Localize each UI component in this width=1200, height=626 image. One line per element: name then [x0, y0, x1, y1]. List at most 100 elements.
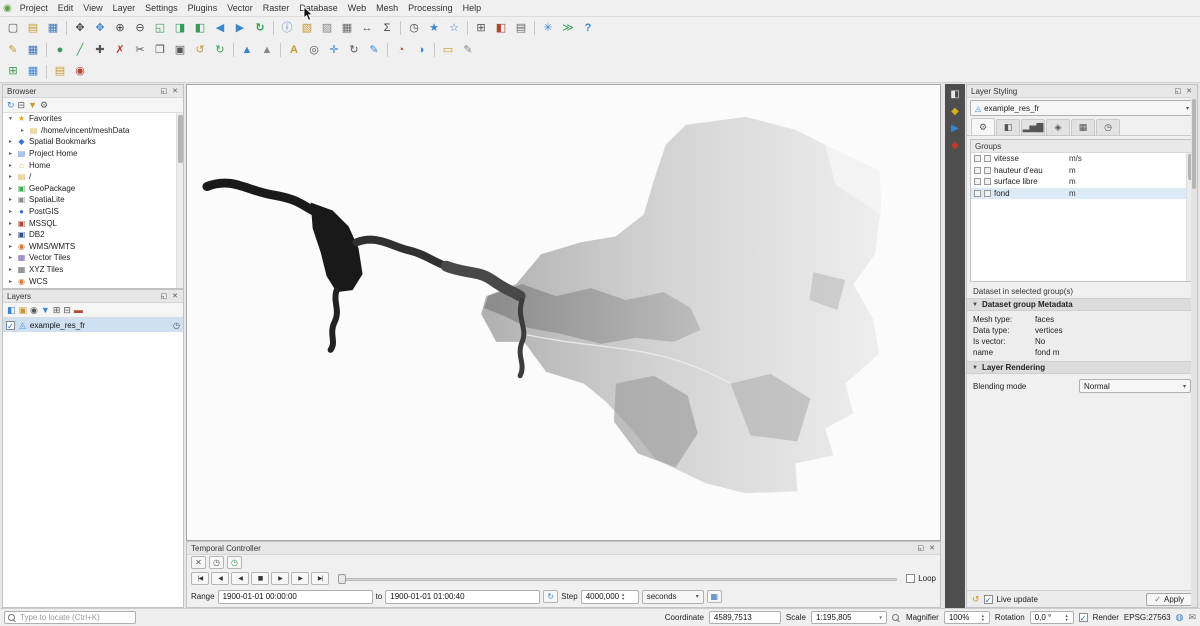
play-backward-button[interactable]: ◀ [231, 572, 249, 585]
fixed-range-button[interactable]: ◷ [209, 556, 224, 569]
annotation-button[interactable]: ✎ [458, 41, 478, 59]
expander-icon[interactable]: ▾ [7, 115, 14, 122]
tab-history[interactable]: ◷ [1096, 119, 1120, 135]
menu-item[interactable]: Settings [140, 1, 183, 15]
collapse-all-button[interactable]: ⊟ [18, 100, 26, 111]
help-button[interactable]: ? [578, 19, 598, 37]
vertex-tool-button[interactable]: ✚ [90, 41, 110, 59]
undo-button[interactable]: ↺ [190, 41, 210, 59]
add-mesh-layer-button[interactable]: ▦ [23, 63, 43, 81]
expander-icon[interactable]: ▸ [7, 278, 14, 285]
new-bookmark-button[interactable]: ★ [424, 19, 444, 37]
refresh-range-button[interactable]: ↻ [543, 590, 558, 603]
temporal-slider[interactable] [338, 572, 897, 585]
open-layer-styling-button[interactable]: ◧ [7, 305, 16, 316]
layer-labeling-button[interactable]: A [284, 41, 304, 59]
spinner-icon[interactable]: ▲▼ [1065, 614, 1069, 622]
browser-properties-button[interactable]: ⚙ [40, 100, 48, 111]
manage-map-themes-button[interactable]: ◉ [30, 305, 38, 316]
dataset-group-row[interactable]: surface libre m [971, 176, 1193, 188]
browser-item[interactable]: ▸ ▤ Project Home [3, 148, 183, 160]
open-project-button[interactable]: ▤ [23, 19, 43, 37]
skip-to-start-button[interactable]: |◀ [191, 572, 209, 585]
mesh-reindex-button[interactable]: ▲ [257, 41, 277, 59]
step-input[interactable]: 4000,000▲▼ [581, 590, 639, 604]
zoom-last-button[interactable]: ◀ [210, 19, 230, 37]
locator-input[interactable]: Type to locate (Ctrl+K) [4, 611, 136, 624]
slider-handle[interactable] [338, 574, 346, 584]
cut-features-button[interactable]: ✂ [130, 41, 150, 59]
blending-mode-combo[interactable]: Normal ▾ [1079, 379, 1191, 393]
filter-legend-button[interactable]: ▼ [41, 305, 50, 315]
identify-features-button[interactable]: ⓘ [277, 19, 297, 37]
tab-histogram[interactable]: ▂▅▇ [1021, 119, 1045, 135]
scale-combo[interactable]: 1:195,805 ▾ [811, 611, 887, 624]
zoom-next-button[interactable]: ▶ [230, 19, 250, 37]
crs-indicator[interactable]: EPSG:27563 [1124, 613, 1171, 622]
add-group-button[interactable]: ▣ [19, 305, 28, 316]
expander-icon[interactable]: ▸ [7, 173, 14, 180]
browser-item[interactable]: ▾ ★ Favorites [3, 113, 183, 125]
mesh-vectors-icon[interactable]: ▶ [951, 124, 959, 134]
menu-item[interactable]: Project [15, 1, 53, 15]
step-unit-combo[interactable]: seconds▾ [642, 590, 704, 604]
expander-icon[interactable]: ▸ [7, 138, 14, 145]
expander-icon[interactable]: ▸ [19, 127, 26, 134]
menu-item[interactable]: Web [343, 1, 371, 15]
live-update-checkbox[interactable]: ✓ [984, 595, 993, 604]
mesh-symbology-icon[interactable]: ◧ [950, 90, 959, 100]
diagram-move-button[interactable]: ◑ [411, 41, 431, 59]
step-back-button[interactable]: ◀ [211, 572, 229, 585]
tab-3d-view[interactable]: ◈ [1046, 119, 1070, 135]
layer-row[interactable]: ✓ ◬ example_res_fr ◷ [3, 318, 183, 332]
mesh-digitizing-button[interactable]: ▲ [237, 41, 257, 59]
spinner-icon[interactable]: ▲▼ [981, 614, 985, 622]
loop-checkbox[interactable] [906, 574, 915, 583]
pause-button[interactable]: ▮▮ [251, 572, 269, 585]
tab-attribute-table[interactable]: ▦ [1071, 119, 1095, 135]
tab-transparency[interactable]: ◧ [996, 119, 1020, 135]
menu-item[interactable]: Plugins [183, 1, 223, 15]
menu-item[interactable]: Layer [108, 1, 141, 15]
browser-item[interactable]: ▸ ▣ GeoPackage [3, 183, 183, 195]
python-console-button[interactable]: ≫ [558, 19, 578, 37]
expander-icon[interactable]: ▸ [7, 162, 14, 169]
deselect-features-button[interactable]: ▨ [317, 19, 337, 37]
save-project-button[interactable]: ▦ [43, 19, 63, 37]
browser-item[interactable]: ▸ ▤ /home/vincent/meshData [3, 125, 183, 137]
expander-icon[interactable]: ▸ [7, 185, 14, 192]
menu-item[interactable]: Mesh [371, 1, 403, 15]
style-undo-icon[interactable]: ↺ [972, 594, 980, 605]
contour-toggle-icon[interactable] [974, 155, 981, 162]
vector-toggle-icon[interactable] [984, 178, 991, 185]
filter-browser-button[interactable]: ▼ [28, 100, 37, 110]
undock-icon[interactable]: ◱ [160, 87, 169, 95]
range-end-input[interactable]: 1900-01-01 01:00:40 [385, 590, 540, 604]
browser-item[interactable]: ▸ ▣ DB2 [3, 229, 183, 241]
range-start-input[interactable]: 1900-01-01 00:00:00 [218, 590, 373, 604]
remove-layer-button[interactable]: ▬ [74, 305, 83, 315]
vector-toggle-icon[interactable] [984, 190, 991, 197]
menu-item[interactable]: Raster [258, 1, 295, 15]
contour-toggle-icon[interactable] [974, 190, 981, 197]
expand-all-button[interactable]: ⊞ [53, 305, 61, 316]
magnifier-input[interactable]: 100% ▲▼ [944, 611, 990, 624]
messages-icon[interactable]: ✉ [1188, 612, 1196, 623]
dataset-group-row[interactable]: vitesse m/s [971, 153, 1193, 165]
zoom-to-selection-button[interactable]: ◨ [170, 19, 190, 37]
menu-item[interactable]: Help [458, 1, 487, 15]
temporal-off-button[interactable]: ✕ [191, 556, 206, 569]
render-checkbox[interactable]: ✓ [1079, 613, 1088, 622]
layer-visibility-checkbox[interactable]: ✓ [6, 321, 15, 330]
browser-item[interactable]: ▸ ◆ Spatial Bookmarks [3, 136, 183, 148]
metadata-section-header[interactable]: ▼ Dataset group Metadata [967, 298, 1197, 311]
expander-icon[interactable]: ▸ [7, 150, 14, 157]
collapse-all-button[interactable]: ⊟ [63, 305, 71, 316]
expander-icon[interactable]: ▸ [7, 231, 14, 238]
layout-manager-button[interactable]: ▤ [511, 19, 531, 37]
browser-item[interactable]: ▸ ◉ WMS/WMTS [3, 241, 183, 253]
expander-icon[interactable]: ▸ [7, 243, 14, 250]
zoom-out-button[interactable]: ⊖ [130, 19, 150, 37]
contour-toggle-icon[interactable] [974, 167, 981, 174]
expander-icon[interactable]: ▸ [7, 196, 14, 203]
